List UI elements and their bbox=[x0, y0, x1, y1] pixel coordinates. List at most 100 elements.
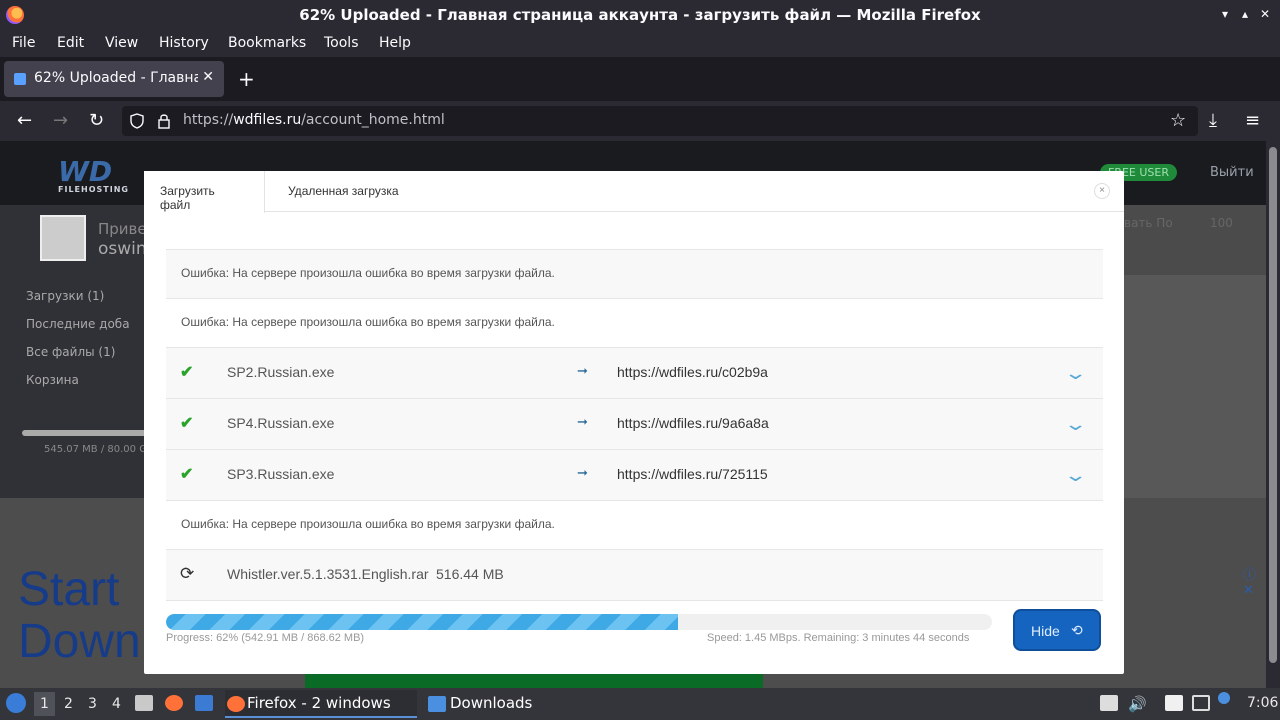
downloads-icon[interactable]: ⤓ bbox=[1209, 111, 1217, 131]
speed-text: Speed: 1.45 MBps. Remaining: 3 minutes 4… bbox=[707, 632, 970, 644]
arrow-right-icon: ➞ bbox=[577, 414, 588, 429]
tab-upload-file[interactable]: Загрузить файл bbox=[144, 171, 265, 213]
ad-close-icon[interactable]: ⓘ ✕ bbox=[1243, 564, 1266, 598]
tab-active[interactable]: 62% Uploaded - Главная страница аккаунта… bbox=[4, 61, 224, 97]
chevron-down-icon[interactable]: ⌄ bbox=[1063, 363, 1087, 384]
scrollbar-thumb[interactable] bbox=[1269, 147, 1277, 663]
sidebar-item-all-files[interactable]: Все файлы (1) bbox=[26, 345, 115, 359]
volume-icon[interactable]: 🔊 bbox=[1128, 695, 1147, 713]
menu-bookmarks[interactable]: Bookmarks bbox=[228, 35, 306, 51]
sidebar-item-uploads[interactable]: Загрузки (1) bbox=[26, 289, 104, 303]
per-page-select[interactable]: 100 bbox=[1210, 216, 1233, 230]
terminal-launcher-icon[interactable] bbox=[195, 695, 213, 711]
menu-help[interactable]: Help bbox=[379, 35, 411, 51]
tab-close-icon[interactable]: ✕ bbox=[202, 69, 214, 85]
files-launcher-icon[interactable] bbox=[135, 695, 153, 711]
folder-icon bbox=[428, 696, 446, 712]
error-message: Ошибка: На сервере произошла ошибка во в… bbox=[181, 315, 555, 329]
file-name: SP4.Russian.exe bbox=[227, 415, 335, 431]
menu-bar: File Edit View History Bookmarks Tools H… bbox=[0, 30, 1280, 57]
arrow-right-icon: ➞ bbox=[577, 465, 588, 480]
minimize-button[interactable]: ▾ bbox=[1216, 5, 1234, 23]
hide-label: Hide bbox=[1031, 623, 1060, 639]
clipboard-icon[interactable] bbox=[1165, 695, 1183, 711]
window-title: 62% Uploaded - Главная страница аккаунта… bbox=[299, 6, 981, 24]
sort-label[interactable]: вать По bbox=[1124, 216, 1173, 230]
shield-icon[interactable] bbox=[130, 113, 144, 129]
check-icon: ✔ bbox=[180, 364, 194, 381]
bookmark-star-icon[interactable]: ☆ bbox=[1170, 111, 1186, 131]
taskbar: 1 2 3 4 Firefox - 2 windows Downloads 🔊 … bbox=[0, 688, 1280, 720]
menu-tools[interactable]: Tools bbox=[324, 35, 359, 51]
file-link[interactable]: https://wdfiles.ru/c02b9a bbox=[617, 364, 768, 380]
workspace-2[interactable]: 2 bbox=[64, 696, 73, 712]
modal-tabs: Загрузить файл Удаленная загрузка bbox=[144, 171, 1124, 213]
maximize-button[interactable]: ▴ bbox=[1236, 5, 1254, 23]
storage-usage-text: 545.07 MB / 80.00 G bbox=[44, 444, 147, 455]
list-item: Ошибка: На сервере произошла ошибка во в… bbox=[166, 501, 1103, 550]
tab-favicon-icon bbox=[14, 73, 26, 85]
taskbar-downloads[interactable]: Downloads bbox=[428, 690, 578, 718]
network-icon[interactable] bbox=[1192, 695, 1210, 711]
chevron-down-icon[interactable]: ⌄ bbox=[1063, 414, 1087, 435]
firefox-launcher-icon[interactable] bbox=[165, 695, 183, 711]
close-window-button[interactable]: ✕ bbox=[1256, 5, 1274, 23]
storage-usage-bar bbox=[22, 430, 148, 436]
navigation-bar: ← → ↻ https://wdfiles.ru/account_home.ht… bbox=[0, 101, 1280, 141]
modal-close-button[interactable]: × bbox=[1094, 183, 1110, 199]
taskbar-firefox[interactable]: Firefox - 2 windows bbox=[225, 690, 417, 718]
start-menu-icon[interactable] bbox=[6, 693, 26, 713]
notification-icon[interactable] bbox=[1218, 692, 1230, 704]
site-sidebar: Привет oswin Загрузки (1) Последние доба … bbox=[0, 205, 155, 498]
list-item-uploading: ⟳ Whistler.ver.5.1.3531.English.rar 516.… bbox=[166, 550, 1103, 601]
sidebar-item-trash[interactable]: Корзина bbox=[26, 373, 79, 387]
list-item: Ошибка: На сервере произошла ошибка во в… bbox=[166, 299, 1103, 348]
forward-button[interactable]: → bbox=[53, 111, 68, 131]
menu-edit[interactable]: Edit bbox=[57, 35, 84, 51]
firefox-icon bbox=[227, 696, 245, 712]
refresh-icon: ⟲ bbox=[1071, 622, 1083, 638]
arrow-right-icon: ➞ bbox=[577, 363, 588, 378]
reload-button[interactable]: ↻ bbox=[89, 111, 104, 131]
check-icon: ✔ bbox=[180, 466, 194, 483]
workspace-3[interactable]: 3 bbox=[88, 696, 97, 712]
lock-icon[interactable] bbox=[158, 113, 170, 129]
upload-progress-fill bbox=[166, 614, 679, 630]
page-scrollbar[interactable] bbox=[1266, 141, 1280, 688]
check-icon: ✔ bbox=[180, 415, 194, 432]
tab-remote-upload[interactable]: Удаленная загрузка bbox=[272, 171, 415, 212]
menu-file[interactable]: File bbox=[12, 35, 35, 51]
workspace-1[interactable]: 1 bbox=[34, 692, 55, 716]
back-button[interactable]: ← bbox=[17, 111, 32, 131]
progress-text: Progress: 62% (542.91 MB / 868.62 MB) bbox=[166, 632, 365, 644]
workspace-4[interactable]: 4 bbox=[112, 696, 121, 712]
file-link[interactable]: https://wdfiles.ru/725115 bbox=[617, 466, 768, 482]
title-bar: 62% Uploaded - Главная страница аккаунта… bbox=[0, 0, 1280, 30]
tab-strip: 62% Uploaded - Главная страница аккаунта… bbox=[0, 57, 1280, 101]
new-tab-button[interactable]: + bbox=[238, 67, 255, 91]
url-text[interactable]: https://wdfiles.ru/account_home.html bbox=[183, 112, 445, 128]
chevron-down-icon[interactable]: ⌄ bbox=[1063, 465, 1087, 486]
avatar bbox=[40, 215, 86, 261]
clock: 7:06 bbox=[1247, 695, 1279, 711]
file-list-toolbar: вать По 100 bbox=[1124, 205, 1266, 275]
file-name: SP2.Russian.exe bbox=[227, 364, 335, 380]
site-logo[interactable]: WD FILEHOSTING bbox=[58, 155, 128, 194]
hide-button[interactable]: Hide ⟲ bbox=[1013, 609, 1101, 651]
error-message: Ошибка: На сервере произошла ошибка во в… bbox=[181, 266, 555, 280]
list-item: ✔ SP3.Russian.exe ➞ https://wdfiles.ru/7… bbox=[166, 450, 1103, 501]
tab-label: 62% Uploaded - Главная страница аккаунта… bbox=[34, 70, 198, 86]
file-link[interactable]: https://wdfiles.ru/9a6a8a bbox=[617, 415, 769, 431]
sidebar-item-recent[interactable]: Последние доба bbox=[26, 317, 130, 331]
eject-icon[interactable] bbox=[1100, 695, 1118, 711]
logout-link[interactable]: Выйти bbox=[1210, 165, 1254, 180]
ad-headline[interactable]: Start Down bbox=[18, 564, 141, 668]
menu-view[interactable]: View bbox=[105, 35, 138, 51]
file-name: SP3.Russian.exe bbox=[227, 466, 335, 482]
taskbar-downloads-label: Downloads bbox=[450, 694, 533, 712]
menu-history[interactable]: History bbox=[159, 35, 209, 51]
list-item: ✔ SP4.Russian.exe ➞ https://wdfiles.ru/9… bbox=[166, 399, 1103, 450]
app-menu-icon[interactable]: ≡ bbox=[1245, 111, 1260, 131]
upload-modal: Загрузить файл Удаленная загрузка × Ошиб… bbox=[144, 171, 1124, 674]
url-bar[interactable]: https://wdfiles.ru/account_home.html bbox=[122, 106, 1198, 136]
